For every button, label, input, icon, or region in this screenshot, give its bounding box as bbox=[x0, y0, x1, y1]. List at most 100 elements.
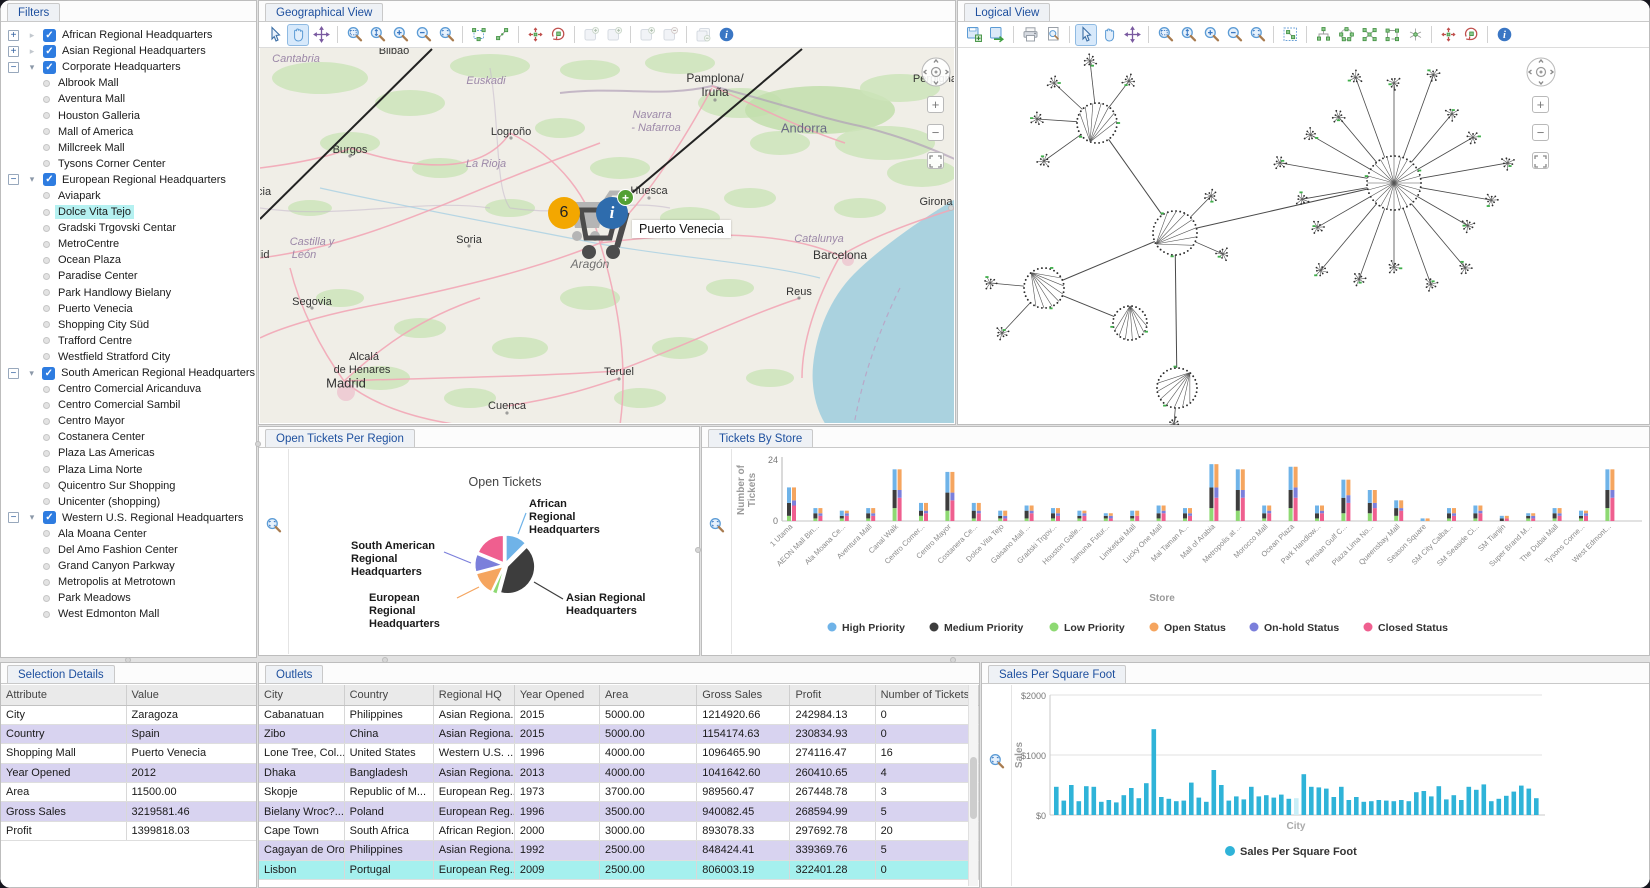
pages-icon[interactable] bbox=[692, 24, 714, 46]
table-row[interactable]: Lone Tree, Col...United StatesWestern U.… bbox=[259, 744, 979, 763]
city-sales-bar[interactable] bbox=[1107, 800, 1112, 815]
tree-checkbox[interactable]: ✓ bbox=[42, 367, 55, 380]
zoom-extent-icon[interactable] bbox=[1177, 24, 1199, 46]
city-sales-bar[interactable] bbox=[1099, 802, 1104, 815]
tree-leaf[interactable]: Park Meadows bbox=[2, 590, 255, 606]
print|-icon[interactable] bbox=[986, 721, 1008, 743]
city-sales-bar[interactable] bbox=[1392, 801, 1397, 815]
tree-leaf[interactable]: Paradise Center bbox=[2, 268, 255, 284]
graph-satellite-node[interactable] bbox=[1304, 127, 1319, 140]
graph-satellite-node[interactable] bbox=[1485, 194, 1499, 207]
city-sales-bar[interactable] bbox=[1444, 799, 1449, 815]
tree-leaf[interactable]: Dolce Vita Tejo bbox=[2, 204, 255, 220]
tree-checkbox[interactable]: ✓ bbox=[43, 29, 56, 42]
tree-leaf[interactable]: Centro Mayor bbox=[2, 413, 255, 429]
tree-leaf[interactable]: Westfield Stratford City bbox=[2, 349, 255, 365]
zoom-out-icon[interactable] bbox=[1223, 24, 1245, 46]
city-sales-bar[interactable] bbox=[1084, 786, 1089, 815]
save-graph|-icon[interactable] bbox=[706, 456, 728, 478]
city-sales-bar[interactable] bbox=[1497, 799, 1502, 815]
add-badge[interactable]: + bbox=[617, 189, 634, 206]
tree-node[interactable]: −▾✓Western U.S. Regional Headquarters bbox=[2, 510, 255, 526]
graph-satellite-node[interactable] bbox=[1348, 70, 1363, 83]
city-sales-bar[interactable] bbox=[1452, 795, 1457, 815]
disclosure-triangle-icon[interactable]: ▸ bbox=[26, 46, 38, 57]
graph-satellite-node[interactable] bbox=[1427, 69, 1441, 82]
tree-leaf[interactable]: Mall of America bbox=[2, 124, 255, 140]
column-header[interactable]: Number of Tickets bbox=[875, 685, 978, 705]
store-bar-group[interactable] bbox=[1315, 506, 1324, 522]
page-add-icon[interactable] bbox=[580, 24, 602, 46]
store-bar-group[interactable] bbox=[1051, 508, 1060, 521]
city-sales-bar[interactable] bbox=[1512, 792, 1517, 815]
city-sales-bar[interactable] bbox=[1414, 792, 1419, 815]
city-sales-bar[interactable] bbox=[1054, 787, 1059, 815]
tree-checkbox[interactable]: ✓ bbox=[43, 511, 56, 524]
city-sales-bar[interactable] bbox=[1489, 801, 1494, 815]
tab-logical-view[interactable]: Logical View bbox=[964, 3, 1050, 21]
layout-star-icon[interactable] bbox=[1404, 24, 1426, 46]
tree-leaf[interactable]: Gradski Trgovski Centar bbox=[2, 220, 255, 236]
city-sales-bar[interactable] bbox=[1219, 785, 1224, 815]
graph-zoom-out-button[interactable]: − bbox=[1532, 124, 1549, 141]
graph-satellite-node[interactable] bbox=[1047, 75, 1061, 88]
city-sales-bar[interactable] bbox=[1159, 797, 1164, 815]
tree-leaf[interactable]: MetroCentre bbox=[2, 236, 255, 252]
city-sales-bar[interactable] bbox=[1264, 795, 1269, 815]
tab-open-tickets-per-region[interactable]: Open Tickets Per Region bbox=[265, 429, 415, 447]
expand-rotate-icon[interactable] bbox=[1460, 24, 1482, 46]
store-bar-group[interactable] bbox=[1236, 469, 1245, 521]
tab-selection-details[interactable]: Selection Details bbox=[7, 665, 115, 683]
graph-pan-control[interactable] bbox=[1525, 56, 1557, 88]
print-preview-icon[interactable] bbox=[1042, 24, 1064, 46]
graph-satellite-node[interactable] bbox=[1462, 220, 1476, 233]
graph-cluster-node[interactable] bbox=[1156, 366, 1198, 409]
city-sales-bar[interactable] bbox=[1534, 798, 1539, 815]
tree-leaf[interactable]: Unicenter (shopping) bbox=[2, 494, 255, 510]
store-bar-group[interactable] bbox=[1579, 511, 1588, 521]
column-header[interactable]: Regional HQ bbox=[433, 685, 514, 705]
pointer-icon[interactable] bbox=[264, 24, 286, 46]
zoom-in-icon[interactable] bbox=[389, 24, 411, 46]
collapse-icon[interactable]: − bbox=[8, 368, 19, 379]
zoom-extent-icon[interactable] bbox=[366, 24, 388, 46]
expand-icon[interactable]: + bbox=[8, 30, 19, 41]
disclosure-triangle-icon[interactable]: ▾ bbox=[26, 368, 38, 379]
tree-node[interactable]: +▸✓African Regional Headquarters bbox=[2, 27, 255, 43]
city-sales-bar[interactable] bbox=[1189, 783, 1194, 815]
graph-satellite-node[interactable] bbox=[1204, 189, 1217, 203]
city-sales-bar[interactable] bbox=[1249, 787, 1254, 815]
table-row[interactable]: DhakaBangladeshAsian Regiona...20134000.… bbox=[259, 763, 979, 782]
graph-cluster-node[interactable] bbox=[1076, 102, 1120, 144]
tree-node[interactable]: −▾✓Corporate Headquarters bbox=[2, 59, 255, 75]
city-sales-bar[interactable] bbox=[1069, 785, 1074, 815]
zoom-fit-icon[interactable] bbox=[435, 24, 457, 46]
legend-item[interactable]: Medium Priority bbox=[930, 622, 1024, 634]
table-row[interactable]: CabanatuanPhilippinesAsian Regiona...201… bbox=[259, 705, 979, 724]
table-row[interactable]: Bielany Wroc?...PolandEuropean Reg...199… bbox=[259, 802, 979, 821]
splitter-grip[interactable] bbox=[382, 657, 388, 663]
city-sales-bar[interactable] bbox=[1459, 800, 1464, 815]
column-header[interactable]: Profit bbox=[790, 685, 875, 705]
table-row[interactable]: Shopping MallPuerto Venecia bbox=[1, 744, 256, 763]
city-sales-bar[interactable] bbox=[1077, 801, 1082, 815]
city-sales-bar[interactable] bbox=[1407, 801, 1412, 815]
store-bar-group[interactable] bbox=[1526, 513, 1535, 521]
city-sales-bar[interactable] bbox=[1272, 798, 1277, 815]
tab-sales-per-square-foot[interactable]: Sales Per Square Foot bbox=[988, 665, 1126, 683]
print|-icon[interactable] bbox=[263, 485, 285, 507]
city-sales-bar[interactable] bbox=[1167, 799, 1172, 815]
table-row[interactable]: CountrySpain bbox=[1, 724, 256, 743]
graph-cluster-node[interactable] bbox=[1110, 305, 1148, 341]
city-sales-bar[interactable] bbox=[1122, 795, 1127, 815]
store-bar-group[interactable] bbox=[945, 472, 954, 521]
print|-icon[interactable] bbox=[706, 485, 728, 507]
tree-leaf[interactable]: Ocean Plaza bbox=[2, 252, 255, 268]
align-nodes-icon[interactable] bbox=[491, 24, 513, 46]
column-header[interactable]: Attribute bbox=[1, 685, 126, 705]
store-bar-group[interactable] bbox=[1025, 506, 1034, 522]
store-bar-group[interactable] bbox=[1130, 511, 1139, 521]
graph-satellite-node[interactable] bbox=[1389, 260, 1403, 273]
store-bar-group[interactable] bbox=[919, 503, 928, 521]
store-bar-group[interactable] bbox=[1262, 506, 1271, 522]
